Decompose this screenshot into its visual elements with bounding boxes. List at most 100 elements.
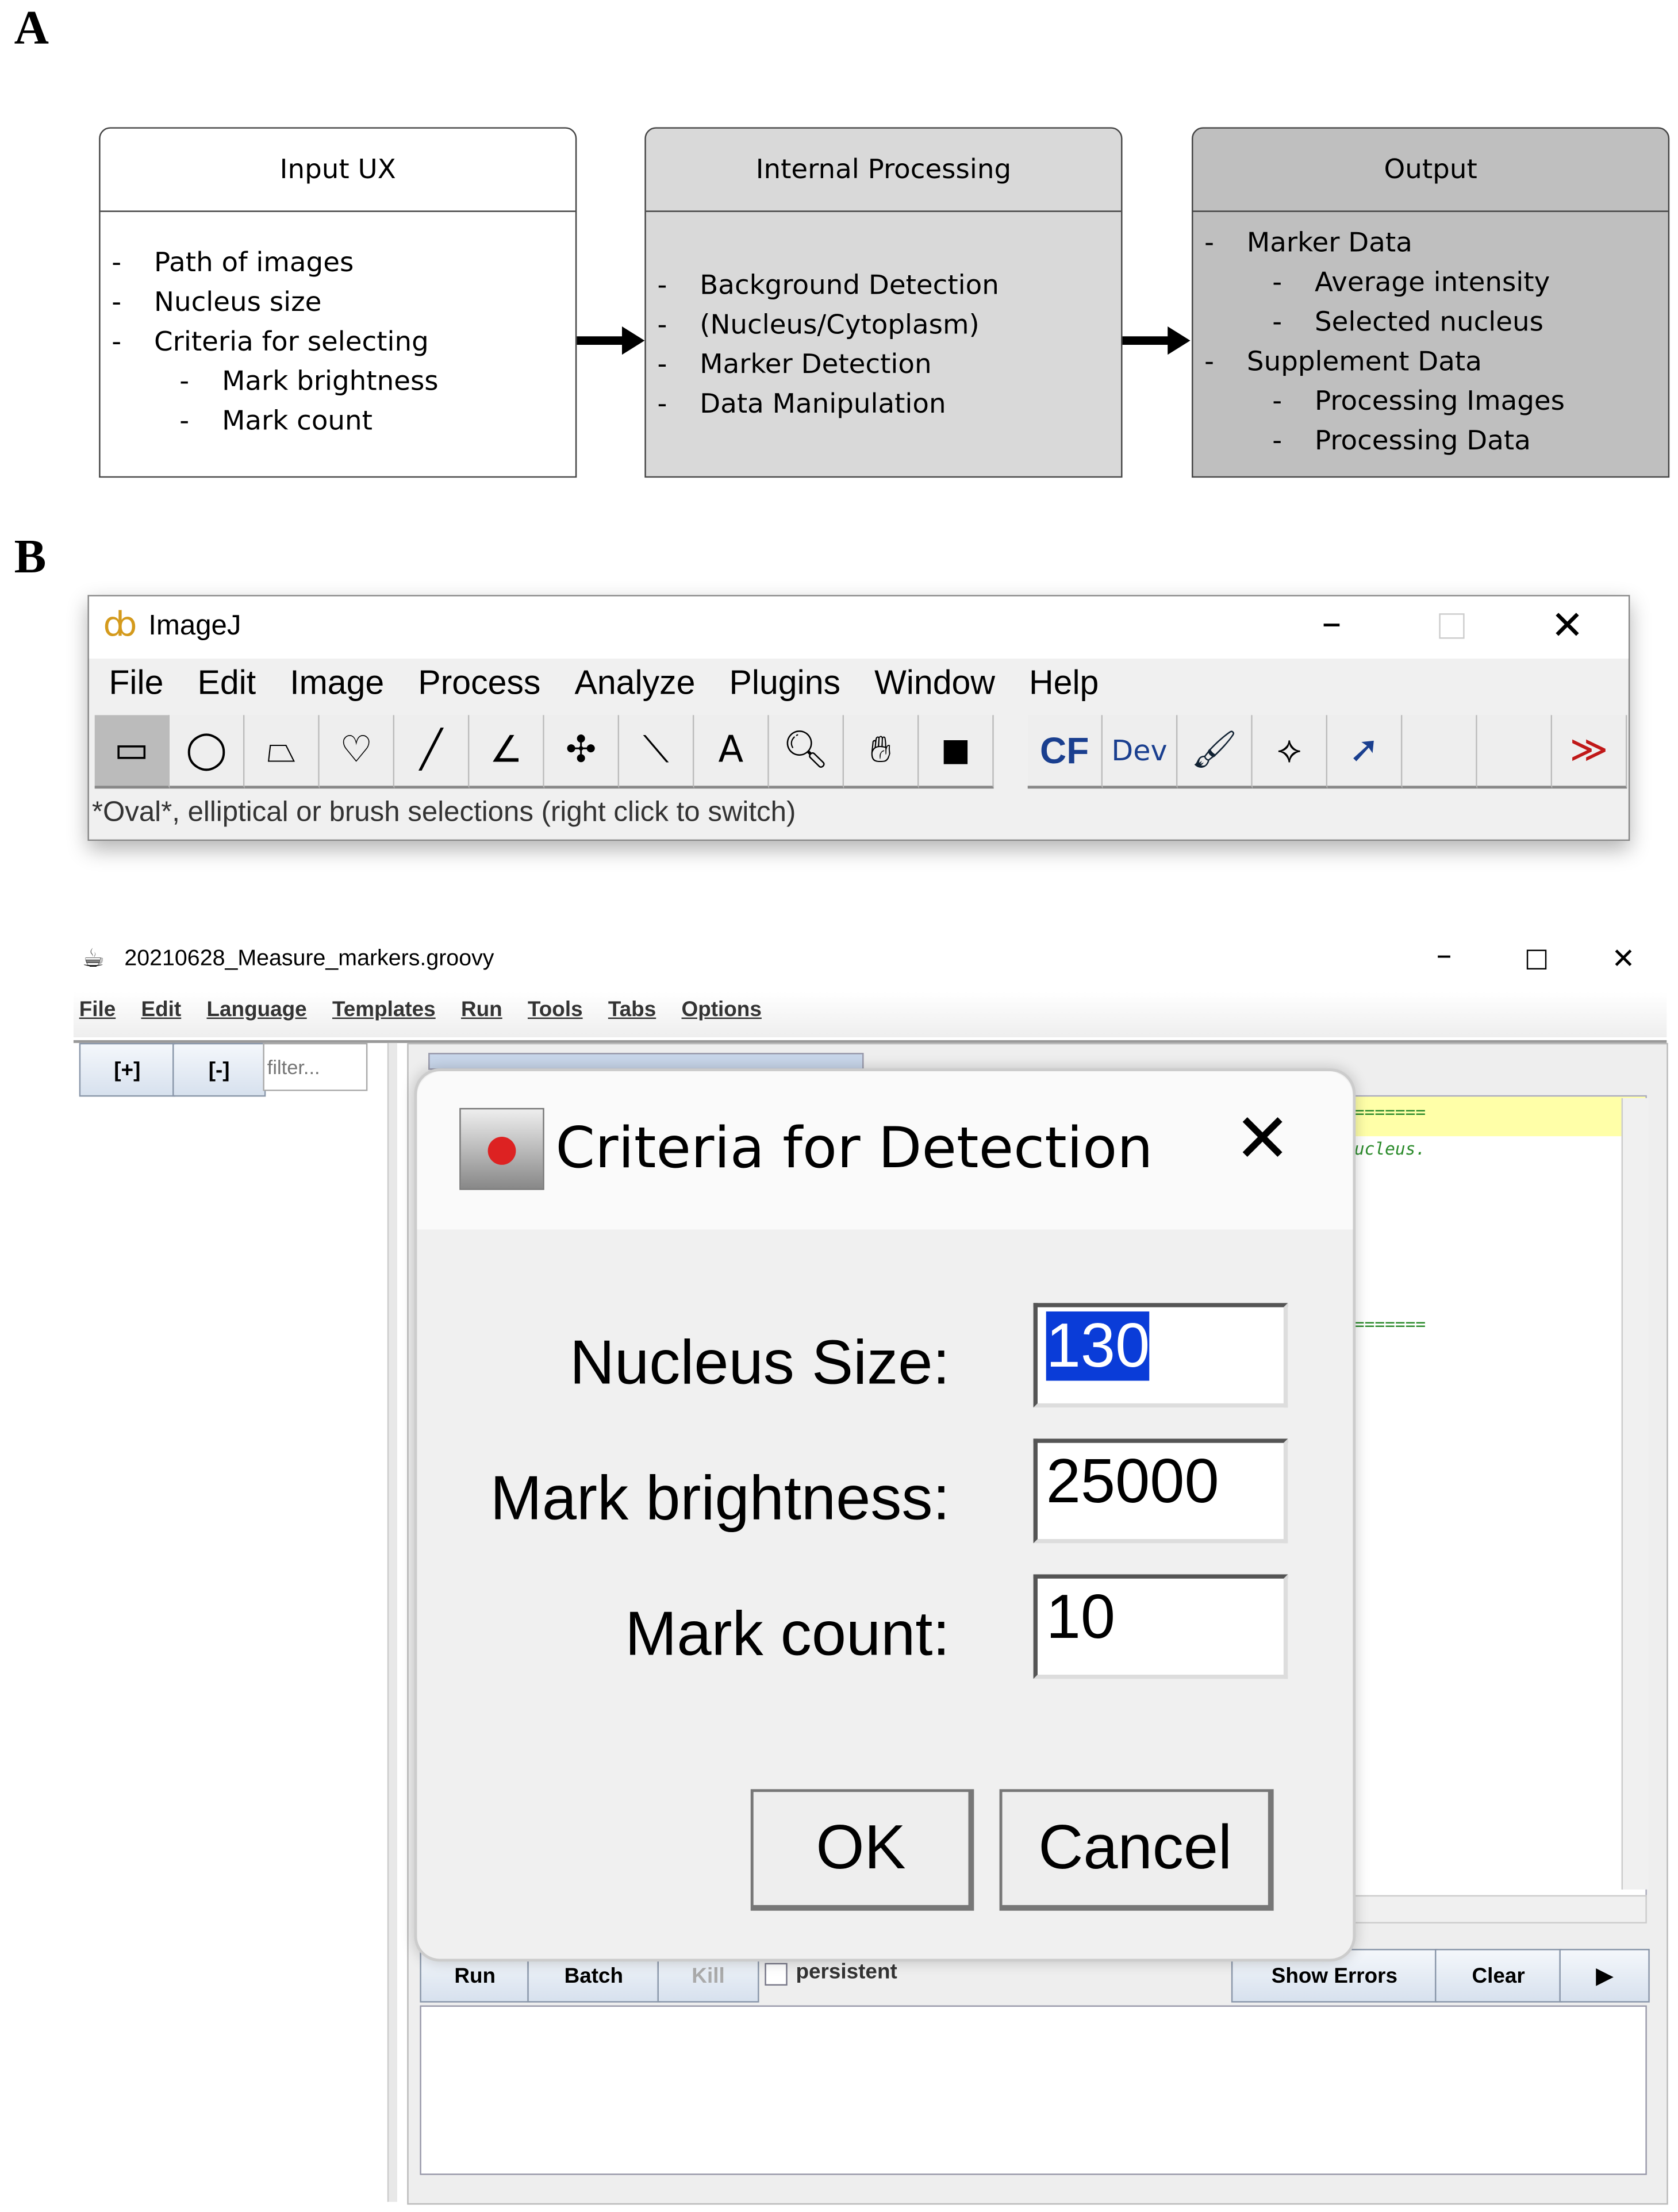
- editor-tab[interactable]: [428, 1053, 864, 1070]
- magnifier-tool-icon[interactable]: 🔍︎: [769, 715, 844, 789]
- menu-edit[interactable]: Edit: [141, 998, 182, 1022]
- criteria-dialog: ● Criteria for Detection ✕ Nucleus Size:…: [414, 1068, 1356, 1962]
- wand-tool-icon[interactable]: ⟍: [619, 715, 694, 789]
- code-area[interactable]: ======= ucleus. =======: [1347, 1095, 1647, 1898]
- play-button[interactable]: ▶: [1559, 1949, 1650, 2003]
- menu-plugins[interactable]: Plugins: [729, 664, 840, 702]
- vertical-scrollbar[interactable]: [1621, 1098, 1649, 1890]
- menu-options[interactable]: Options: [682, 998, 762, 1022]
- status-bar: *Oval*, elliptical or brush selections (…: [91, 797, 796, 829]
- angle-tool-icon[interactable]: ∠: [469, 715, 544, 789]
- window-title: 20210628_Measure_markers.groovy: [124, 947, 494, 971]
- input-ux-box: Input UX Path of images Nucleus size Cri…: [99, 127, 577, 478]
- list-item: Processing Data: [1272, 421, 1668, 461]
- ok-button[interactable]: OK: [750, 1789, 974, 1911]
- menu-tools[interactable]: Tools: [528, 998, 583, 1022]
- maximize-button[interactable]: [1526, 949, 1547, 970]
- list-item: Data Manipulation: [657, 384, 1121, 424]
- list-item: Nucleus size: [112, 283, 575, 322]
- list-item-cont: (Nucleus/Cytoplasm): [700, 309, 980, 341]
- dialog-title-bar: ● Criteria for Detection ✕: [417, 1071, 1353, 1230]
- menu-help[interactable]: Help: [1029, 664, 1099, 702]
- menu-edit[interactable]: Edit: [197, 664, 256, 702]
- title-bar: ȸ ImageJ – ✕: [89, 596, 1629, 659]
- cancel-button[interactable]: Cancel: [999, 1789, 1274, 1911]
- minimize-button[interactable]: –: [1322, 599, 1341, 646]
- persistent-checkbox[interactable]: [765, 1963, 788, 1986]
- menu-templates[interactable]: Templates: [332, 998, 436, 1022]
- list-item: Marker Data: [1204, 224, 1668, 263]
- output-title: Output: [1193, 129, 1668, 212]
- oval-tool-icon[interactable]: ◯: [170, 715, 245, 789]
- panel-b-label: B: [14, 531, 47, 584]
- imagej-app-icon: ●: [459, 1107, 544, 1190]
- microscope-icon: ȸ: [103, 605, 137, 645]
- menu-tabs[interactable]: Tabs: [608, 998, 656, 1022]
- code-line: =======: [1354, 1314, 1426, 1334]
- menu-language[interactable]: Language: [206, 998, 306, 1022]
- list-item: Supplement Data: [1204, 342, 1668, 382]
- internal-title: Internal Processing: [646, 129, 1122, 212]
- close-button[interactable]: ✕: [1611, 941, 1635, 975]
- menu-file[interactable]: File: [79, 998, 116, 1022]
- window-title: ImageJ: [148, 610, 241, 642]
- menu-run[interactable]: Run: [461, 998, 502, 1022]
- panel-a-label: A: [14, 2, 49, 55]
- list-item: Background Detection: [657, 266, 1121, 305]
- polygon-tool-icon[interactable]: ⏢: [244, 715, 320, 789]
- input-ux-title: Input UX: [100, 129, 575, 212]
- imagej-menu-bar: File Edit Image Process Analyze Plugins Window…: [109, 664, 1132, 704]
- arrow-icon: [1122, 326, 1191, 355]
- multipoint-tool-icon[interactable]: ✣: [544, 715, 620, 789]
- dialog-title: Criteria for Detection: [555, 1116, 1153, 1182]
- split-pane-divider[interactable]: [387, 1042, 398, 2202]
- arrow-tool-icon[interactable]: ➚: [1327, 715, 1403, 789]
- close-button[interactable]: ✕: [1234, 1099, 1291, 1179]
- line-tool-icon[interactable]: ╱: [394, 715, 470, 789]
- list-item: Criteria for selecting: [112, 322, 575, 362]
- collapse-tree-button[interactable]: [-]: [172, 1042, 266, 1097]
- java-icon: ☕︎: [82, 944, 105, 974]
- menu-image[interactable]: Image: [290, 664, 384, 702]
- flood-fill-tool-icon[interactable]: ⟡: [1252, 715, 1328, 789]
- maximize-button[interactable]: [1439, 613, 1465, 639]
- more-tools-icon[interactable]: ≫: [1552, 715, 1627, 789]
- horizontal-scrollbar[interactable]: [1347, 1895, 1647, 1924]
- rectangle-tool-icon[interactable]: ▭: [94, 715, 170, 789]
- list-item: (Nucleus/Cytoplasm): [657, 305, 1121, 345]
- code-line: ucleus.: [1354, 1139, 1426, 1159]
- output-box: Output Marker Data Average intensity Sel…: [1192, 127, 1670, 478]
- cf-tool-icon[interactable]: CF: [1027, 715, 1103, 789]
- minimize-button[interactable]: –: [1436, 938, 1452, 974]
- list-item: Mark brightness: [179, 362, 575, 402]
- arrow-icon: [577, 326, 645, 355]
- list-item: Selected nucleus: [1272, 302, 1668, 342]
- list-item: Marker Detection: [657, 345, 1121, 384]
- menu-process[interactable]: Process: [418, 664, 540, 702]
- text-tool-icon[interactable]: A: [694, 715, 769, 789]
- output-console[interactable]: [420, 2005, 1647, 2175]
- empty-tool-slot[interactable]: [1402, 715, 1477, 789]
- expand-tree-button[interactable]: [+]: [79, 1042, 175, 1097]
- persistent-label: persistent: [796, 1960, 897, 1984]
- imagej-toolbar: ▭ ◯ ⏢ ♡ ╱ ∠ ✣ ⟍ A 🔍︎ ✋︎ ◼ CF Dev 🖌︎ ⟡ ➚ …: [94, 715, 1627, 789]
- freehand-tool-icon[interactable]: ♡: [319, 715, 395, 789]
- hand-tool-icon[interactable]: ✋︎: [844, 715, 919, 789]
- mark-brightness-label: Mark brightness:: [490, 1464, 950, 1534]
- filter-input[interactable]: [263, 1042, 368, 1091]
- clear-button[interactable]: Clear: [1434, 1949, 1562, 2003]
- menu-file[interactable]: File: [109, 664, 163, 702]
- mark-count-label: Mark count:: [625, 1599, 950, 1669]
- list-item: Mark count: [179, 401, 575, 441]
- empty-tool-slot[interactable]: [1477, 715, 1553, 789]
- menu-analyze[interactable]: Analyze: [574, 664, 695, 702]
- nucleus-size-value: 130: [1046, 1311, 1150, 1381]
- close-button[interactable]: ✕: [1551, 602, 1584, 649]
- dev-tool-icon[interactable]: Dev: [1103, 715, 1178, 789]
- menu-window[interactable]: Window: [874, 664, 995, 702]
- mark-brightness-input[interactable]: 25000: [1033, 1438, 1288, 1544]
- color-picker-tool-icon[interactable]: ◼: [919, 715, 994, 789]
- mark-count-input[interactable]: 10: [1033, 1574, 1288, 1679]
- brush-tool-icon[interactable]: 🖌︎: [1177, 715, 1253, 789]
- nucleus-size-input[interactable]: 130: [1033, 1303, 1288, 1408]
